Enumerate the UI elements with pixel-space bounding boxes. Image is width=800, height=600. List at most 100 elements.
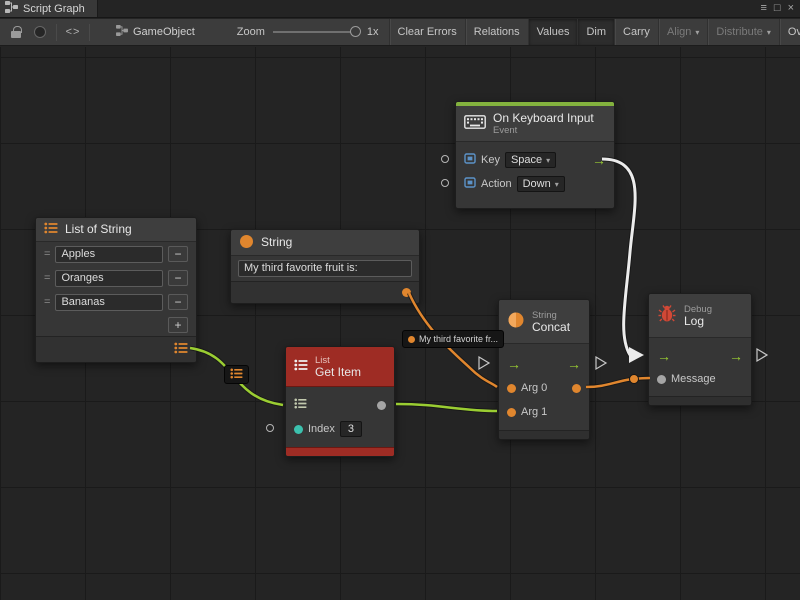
arg0-row: Arg 0 bbox=[499, 376, 589, 400]
remove-item-button[interactable]: − bbox=[168, 270, 188, 286]
lock-button[interactable] bbox=[4, 19, 28, 45]
node-title: String bbox=[261, 236, 292, 249]
close-icon[interactable]: × bbox=[788, 3, 794, 14]
action-value: Down bbox=[523, 178, 551, 190]
overview-button[interactable]: Overv bbox=[779, 19, 800, 45]
list-output-port[interactable] bbox=[174, 342, 188, 357]
clear-errors-button[interactable]: Clear Errors bbox=[389, 19, 465, 45]
drag-handle-icon[interactable]: = bbox=[44, 248, 50, 260]
node-header[interactable]: String bbox=[231, 230, 419, 256]
message-input-port[interactable] bbox=[657, 375, 666, 384]
node-category: String bbox=[532, 310, 570, 321]
index-value-input[interactable]: 3 bbox=[340, 421, 362, 437]
flow-input-port[interactable]: → bbox=[657, 349, 671, 363]
unconnected-port[interactable] bbox=[266, 424, 274, 432]
node-category: List bbox=[315, 355, 361, 366]
flow-output-port[interactable]: → bbox=[592, 153, 606, 167]
action-type-icon bbox=[464, 177, 476, 191]
zoom-value: 1x bbox=[367, 26, 379, 38]
add-item-button[interactable]: + bbox=[168, 317, 188, 333]
bug-icon bbox=[657, 304, 677, 327]
wire-getitem-to-concat[interactable] bbox=[396, 404, 497, 411]
tab-title: Script Graph bbox=[23, 3, 85, 15]
node-log[interactable]: Debug Log → → Message bbox=[648, 293, 752, 406]
distribute-label: Distribute bbox=[716, 26, 762, 38]
unconnected-port[interactable] bbox=[441, 179, 449, 187]
list-icon bbox=[294, 359, 308, 374]
string-value-input[interactable]: My third favorite fruit is: bbox=[238, 260, 412, 277]
index-row: Index 3 bbox=[286, 417, 394, 441]
key-dropdown[interactable]: Space ▾ bbox=[505, 152, 556, 168]
carry-button[interactable]: Carry bbox=[614, 19, 658, 45]
info-button[interactable] bbox=[28, 19, 52, 45]
result-output-port[interactable] bbox=[572, 384, 581, 393]
list-input-port[interactable] bbox=[294, 398, 307, 412]
graph-icon bbox=[5, 1, 18, 16]
node-get-item[interactable]: List Get Item Index 3 bbox=[285, 346, 395, 457]
arg0-label: Arg 0 bbox=[521, 382, 547, 394]
arg1-input-port[interactable] bbox=[507, 408, 516, 417]
list-item-input[interactable]: Apples bbox=[55, 246, 163, 263]
flow-input-port[interactable]: → bbox=[507, 357, 521, 371]
drag-handle-icon[interactable]: = bbox=[44, 272, 50, 284]
zoom-label: Zoom bbox=[237, 26, 265, 38]
key-row: Key Space ▾ → bbox=[456, 148, 614, 172]
toolbar-separator bbox=[89, 24, 90, 41]
remove-item-button[interactable]: − bbox=[168, 246, 188, 262]
arg1-label: Arg 1 bbox=[521, 406, 547, 418]
remove-item-button[interactable]: − bbox=[168, 294, 188, 310]
window-menu-icon[interactable]: ≡ bbox=[760, 3, 766, 14]
align-button[interactable]: Align ▾ bbox=[658, 19, 707, 45]
list-value-badge bbox=[224, 365, 249, 384]
graph-canvas[interactable]: On Keyboard Input Event Key Space ▾ → Ac… bbox=[0, 47, 800, 600]
string-output-strip bbox=[231, 281, 419, 303]
node-header[interactable]: On Keyboard Input Event bbox=[456, 106, 614, 142]
distribute-button[interactable]: Distribute ▾ bbox=[707, 19, 778, 45]
node-list-of-string[interactable]: List of String = Apples − = Oranges − = … bbox=[35, 217, 197, 363]
message-row: Message bbox=[649, 368, 751, 390]
graph-target[interactable]: GameObject bbox=[116, 25, 195, 39]
flow-arrowhead bbox=[629, 347, 644, 363]
drag-handle-icon[interactable]: = bbox=[44, 296, 50, 308]
node-header[interactable]: String Concat bbox=[499, 300, 589, 344]
message-label: Message bbox=[671, 373, 716, 385]
node-footer bbox=[286, 447, 394, 456]
zoom-slider[interactable] bbox=[273, 31, 359, 33]
unconnected-port[interactable] bbox=[441, 155, 449, 163]
node-header[interactable]: Debug Log bbox=[649, 294, 751, 338]
node-header[interactable]: List Get Item bbox=[286, 347, 394, 387]
flow-output-port[interactable]: → bbox=[729, 349, 743, 363]
titlebar-spacer bbox=[98, 0, 761, 17]
node-on-keyboard-input[interactable]: On Keyboard Input Event Key Space ▾ → Ac… bbox=[455, 101, 615, 209]
script-graph-tab[interactable]: Script Graph bbox=[0, 0, 98, 17]
action-dropdown[interactable]: Down ▾ bbox=[517, 176, 565, 192]
dim-button[interactable]: Dim bbox=[577, 19, 614, 45]
flow-triangle-icon bbox=[479, 357, 489, 369]
node-header[interactable]: List of String bbox=[36, 218, 196, 242]
node-subtitle: Event bbox=[493, 125, 594, 136]
chevron-down-icon: ▾ bbox=[695, 28, 699, 37]
index-input-port[interactable] bbox=[294, 425, 303, 434]
arg1-row: Arg 1 bbox=[499, 400, 589, 424]
values-button[interactable]: Values bbox=[528, 19, 578, 45]
graph-toolbar: <> GameObject Zoom 1x Clear Errors Relat… bbox=[0, 19, 800, 46]
flow-output-port[interactable]: → bbox=[567, 357, 581, 371]
wire-shadow bbox=[396, 404, 497, 411]
list-item-input[interactable]: Oranges bbox=[55, 270, 163, 287]
string-output-port[interactable] bbox=[402, 288, 411, 297]
code-view-button[interactable]: <> bbox=[61, 19, 85, 45]
chevron-down-icon: ▾ bbox=[555, 180, 559, 189]
zoom-slider-handle[interactable] bbox=[350, 26, 361, 37]
align-label: Align bbox=[667, 26, 691, 38]
wire-concat-to-log[interactable] bbox=[586, 378, 650, 387]
maximize-icon[interactable]: □ bbox=[774, 3, 781, 14]
arg0-input-port[interactable] bbox=[507, 384, 516, 393]
node-string-literal[interactable]: String My third favorite fruit is: bbox=[230, 229, 420, 304]
list-item-input[interactable]: Bananas bbox=[55, 294, 163, 311]
string-dot-icon bbox=[408, 336, 415, 343]
node-title: Concat bbox=[532, 321, 570, 334]
relations-button[interactable]: Relations bbox=[465, 19, 528, 45]
index-label: Index bbox=[308, 423, 335, 435]
item-output-port[interactable] bbox=[377, 401, 386, 410]
node-concat[interactable]: String Concat → → Arg 0 Arg 1 bbox=[498, 299, 590, 440]
